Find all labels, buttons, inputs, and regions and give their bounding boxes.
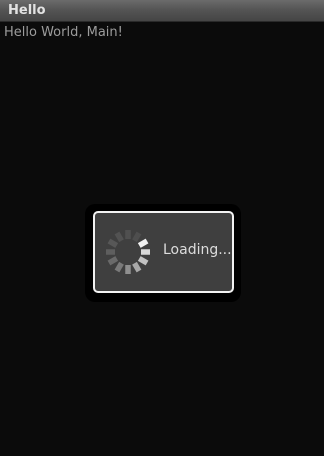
spinner-segment (132, 231, 142, 243)
progress-spinner-icon (106, 230, 150, 274)
progress-dialog: Loading... (93, 211, 234, 293)
title-bar: Hello (0, 0, 324, 22)
app-title: Hello (8, 3, 46, 18)
spinner-segment (137, 256, 149, 266)
spinner-segment (114, 231, 124, 243)
spinner-segment (114, 261, 124, 273)
spinner-segment (137, 238, 149, 248)
loading-message: Loading... (163, 242, 232, 258)
spinner-segment (107, 256, 119, 266)
spinner-segment (132, 261, 142, 273)
spinner-segment (107, 238, 119, 248)
